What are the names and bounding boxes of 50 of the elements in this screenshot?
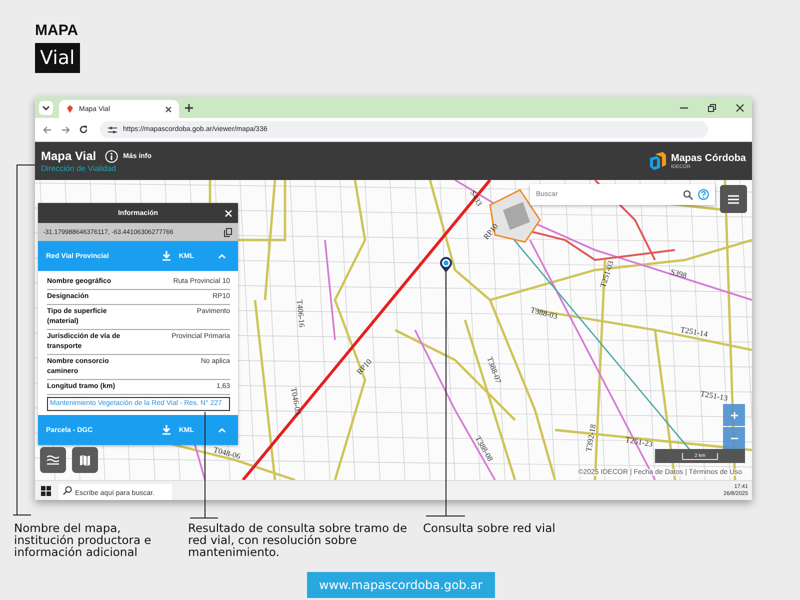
annotation-caption: Nombre del mapa, institución productora e información adicional <box>14 522 152 561</box>
copy-icon[interactable] <box>224 228 232 236</box>
road-label: T392-18 <box>584 424 598 452</box>
annotation-caption: Resultado de consulta sobre tramo de red vial, con resolución sobre mantenimiento. <box>188 522 408 561</box>
close-icon[interactable] <box>736 104 744 112</box>
road-label: T251-13 <box>700 389 728 403</box>
map-title: Mapa Vial <box>41 149 96 163</box>
search-icon[interactable] <box>683 190 693 200</box>
download-icon[interactable] <box>162 425 171 435</box>
road-label: T251-03 <box>598 260 616 289</box>
basemap-button[interactable] <box>72 447 98 473</box>
road-label: S433 <box>468 188 484 208</box>
forward-arrow-icon[interactable] <box>61 126 70 134</box>
road-label: T046-03 <box>289 386 303 416</box>
reload-icon[interactable] <box>79 125 88 134</box>
brand-name: Mapas Córdoba <box>670 152 746 164</box>
menu-icon <box>728 194 739 204</box>
page-subtitle: Vial <box>35 43 80 73</box>
road-label: T251-14 <box>680 325 708 339</box>
location-pin-icon <box>439 257 453 273</box>
plus-icon <box>730 412 738 418</box>
page-title: MAPA <box>35 22 78 39</box>
new-tab-icon[interactable] <box>185 104 193 112</box>
restore-icon[interactable] <box>708 104 716 112</box>
road-label: T251-23 <box>624 435 654 449</box>
caret-icon[interactable] <box>218 253 226 259</box>
back-arrow-icon[interactable] <box>43 126 52 134</box>
download-icon[interactable] <box>162 251 171 261</box>
layers-button[interactable] <box>40 447 66 473</box>
layers-icon <box>47 454 59 466</box>
road-label: T048-06 <box>212 445 242 462</box>
chevron-down-icon <box>42 104 50 112</box>
windows-logo-icon[interactable] <box>41 486 51 496</box>
annotation-caption: Consulta sobre red vial <box>423 522 556 537</box>
road-label: T388-03 <box>529 305 558 322</box>
site-settings-icon[interactable] <box>108 126 117 134</box>
menu-button[interactable] <box>720 185 747 213</box>
website-link[interactable]: www.mapascordoba.gob.ar <box>307 572 495 598</box>
institution-name: Dirección de Vialidad <box>41 164 118 173</box>
caret-icon[interactable] <box>218 427 226 433</box>
info-icon[interactable] <box>105 150 118 162</box>
close-icon[interactable] <box>165 106 172 112</box>
favicon-icon <box>66 105 74 113</box>
logo-icon <box>648 152 667 170</box>
road-label: S398 <box>669 267 688 280</box>
tab-list-button[interactable] <box>39 101 53 115</box>
help-icon[interactable] <box>698 189 709 200</box>
map-icon <box>80 454 90 466</box>
zoom-in-button[interactable] <box>723 404 745 426</box>
road-label: T406-16 <box>295 299 306 328</box>
